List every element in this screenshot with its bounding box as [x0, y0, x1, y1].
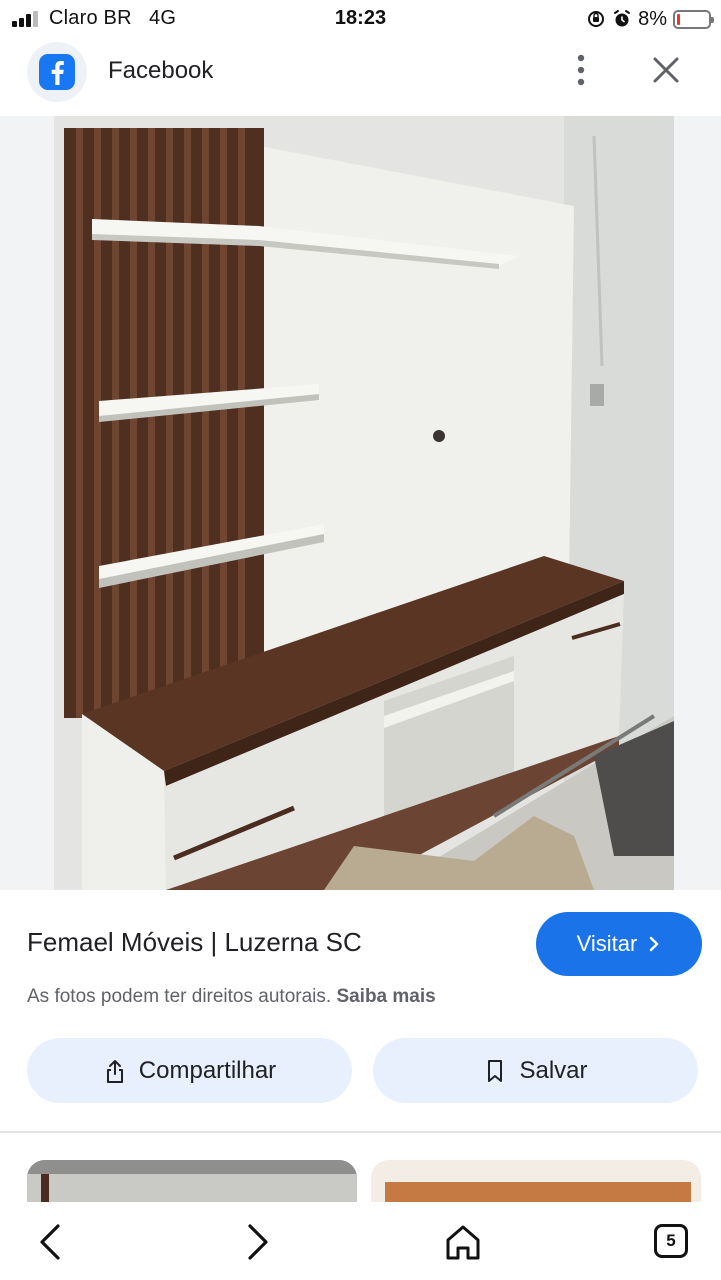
battery-icon [673, 9, 714, 29]
app-bar: Facebook [0, 38, 721, 116]
share-label: Compartilhar [138, 1056, 277, 1084]
save-button[interactable]: Salvar [373, 1038, 698, 1103]
visit-label: Visitar [576, 931, 638, 956]
copyright-notice: As fotos podem ter direitos autorais. Sa… [27, 986, 436, 1008]
share-button[interactable]: Compartilhar [27, 1038, 352, 1103]
section-divider [0, 1131, 721, 1133]
learn-more-link[interactable]: Saiba mais [336, 986, 435, 1007]
share-icon [106, 1059, 123, 1083]
tabs-icon[interactable]: 5 [650, 1220, 694, 1264]
facebook-favicon [27, 42, 87, 102]
result-photo[interactable] [54, 116, 674, 890]
app-title: Facebook [108, 57, 214, 84]
screen-rotation-lock-icon [588, 11, 605, 27]
visit-button[interactable]: Visitar [536, 912, 702, 976]
copyright-text: As fotos podem ter direitos autorais. [27, 986, 332, 1007]
status-bar: Claro BR 4G 18:23 8% [0, 0, 721, 38]
more-vert-icon[interactable] [565, 50, 597, 90]
close-icon[interactable] [648, 52, 684, 88]
alarm-icon [614, 10, 631, 27]
status-right-group: 8% [586, 6, 714, 32]
battery-fill [677, 13, 680, 25]
image-preview-area [0, 116, 721, 890]
forward-icon[interactable] [234, 1220, 278, 1264]
bottom-navigation: 5 [0, 1202, 721, 1280]
battery-percent: 8% [638, 7, 667, 30]
back-icon[interactable] [30, 1220, 74, 1264]
tab-count: 5 [654, 1224, 688, 1258]
bookmark-icon [488, 1059, 503, 1082]
facebook-logo-icon [39, 54, 75, 90]
home-icon[interactable] [441, 1220, 485, 1264]
save-label: Salvar [519, 1056, 588, 1084]
chevron-right-icon [650, 936, 659, 952]
source-title[interactable]: Femael Móveis | Luzerna SC [27, 927, 362, 958]
